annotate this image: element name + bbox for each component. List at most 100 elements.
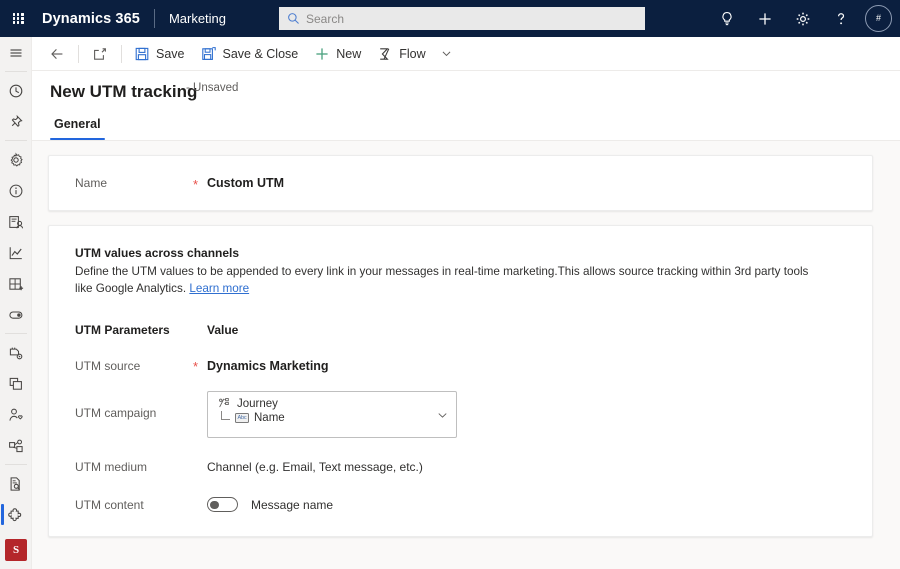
avatar-initials: #: [875, 13, 881, 23]
utm-content-toggle-label: Message name: [251, 497, 334, 512]
puzzle-piece-icon: [8, 507, 22, 521]
page-title: New UTM tracking: [50, 82, 198, 101]
tree-elbow-connector: [221, 411, 230, 421]
utm-campaign-row: UTM campaign Journey Abc Name: [75, 391, 846, 439]
utm-medium-label: UTM medium: [75, 460, 148, 475]
rail-divider: [4, 71, 27, 72]
app-shortcut-badge[interactable]: S: [5, 539, 27, 561]
save-and-close-button[interactable]: Save & Close: [193, 37, 307, 71]
sidebar-item-subscribers[interactable]: [0, 561, 32, 569]
command-divider: [78, 44, 79, 63]
copy-pages-icon: [9, 377, 22, 390]
utm-content-required-indicator: [193, 504, 207, 506]
utm-campaign-combobox[interactable]: Journey Abc Name: [207, 391, 457, 439]
waffle-grid-icon: [12, 13, 24, 24]
clipboard-gear-icon: [9, 347, 23, 359]
column-header-value: Value: [207, 323, 239, 338]
add-new-icon-button[interactable]: [747, 0, 783, 37]
rail-divider: [4, 464, 27, 465]
settings-icon-button[interactable]: [785, 0, 821, 37]
learn-more-link[interactable]: Learn more: [189, 282, 249, 295]
utm-campaign-label: UTM campaign: [75, 406, 157, 421]
plus-icon: [316, 47, 328, 60]
grid-plus-icon: [9, 277, 24, 290]
save-button[interactable]: Save: [126, 37, 193, 71]
combo-primary-line: Journey: [218, 397, 432, 410]
utm-content-toggle[interactable]: [207, 497, 238, 513]
record-status: - Unsaved: [186, 82, 239, 94]
save-close-icon: [201, 46, 216, 60]
sidebar-item-analytics[interactable]: [0, 237, 32, 268]
new-label: New: [336, 46, 362, 61]
waffle-menu-button[interactable]: [0, 0, 36, 37]
gear-icon: [796, 12, 810, 25]
pin-icon: [11, 114, 23, 127]
table-header-row: UTM Parameters Value: [75, 323, 846, 337]
analytics-chart-icon: [9, 246, 22, 259]
sidebar-item-recent[interactable]: [0, 75, 32, 106]
search-icon: [288, 13, 299, 24]
flow-button[interactable]: Flow: [369, 37, 460, 71]
name-field-label: Name: [75, 176, 108, 190]
command-divider: [121, 44, 122, 63]
clock-recent-icon: [9, 84, 23, 97]
open-in-new-window-button[interactable]: [83, 37, 117, 71]
new-button[interactable]: New: [306, 37, 369, 71]
lightbulb-icon-button[interactable]: [709, 0, 745, 37]
utm-values-card: UTM values across channels Define the UT…: [48, 225, 873, 538]
info-circle-icon: [9, 184, 23, 197]
save-and-close-label: Save & Close: [222, 46, 299, 61]
sidebar-item-contacts[interactable]: [0, 206, 32, 237]
utm-medium-value: Channel (e.g. Email, Text message, etc.): [207, 460, 423, 475]
combo-secondary-line: Abc Name: [218, 411, 432, 424]
sidebar-item-overview[interactable]: [0, 175, 32, 206]
header-spacer: [193, 329, 207, 331]
global-search-box[interactable]: [279, 7, 645, 30]
sidebar-item-journeys[interactable]: [0, 430, 32, 461]
abc-text-icon: Abc: [235, 412, 249, 423]
rail-divider: [4, 333, 27, 334]
toggle-knob: [210, 500, 219, 510]
sidebar-item-site-map[interactable]: [0, 37, 32, 68]
user-avatar[interactable]: #: [865, 5, 892, 32]
tab-general[interactable]: General: [50, 117, 105, 140]
utm-source-row: UTM source * Dynamics Marketing: [75, 358, 846, 374]
app-window: Dynamics 365 Marketing Search # S Save S…: [0, 0, 900, 569]
app-name-label[interactable]: Marketing: [169, 11, 226, 26]
save-floppy-icon: [135, 47, 149, 60]
name-field-value[interactable]: Custom UTM: [207, 176, 284, 190]
brand-title[interactable]: Dynamics 365: [42, 11, 140, 27]
utm-source-value[interactable]: Dynamics Marketing: [207, 359, 329, 373]
sidebar-item-pinned[interactable]: [0, 106, 32, 137]
lightbulb-icon: [722, 11, 732, 25]
section-description-text: Define the UTM values to be appended to …: [75, 265, 809, 295]
combo-secondary-label: Name: [254, 411, 285, 424]
sidebar-item-segments[interactable]: [0, 268, 32, 299]
question-icon: [837, 12, 845, 24]
command-bar: Save Save & Close New Flow: [32, 37, 900, 71]
help-icon-button[interactable]: [823, 0, 859, 37]
column-header-parameter: UTM Parameters: [75, 323, 170, 338]
top-right-actions: #: [709, 0, 892, 37]
utm-medium-required-indicator: [193, 466, 207, 468]
chevron-down-icon[interactable]: [436, 408, 449, 421]
sidebar-item-leads[interactable]: [0, 399, 32, 430]
sidebar-item-templates[interactable]: [0, 368, 32, 399]
sidebar-item-forms[interactable]: [0, 468, 32, 499]
back-button[interactable]: [40, 37, 74, 71]
flow-label: Flow: [399, 46, 426, 61]
sidebar-item-assets[interactable]: [0, 337, 32, 368]
popout-icon: [94, 47, 106, 60]
name-required-indicator: *: [193, 176, 199, 192]
sidebar-item-triggers[interactable]: [0, 299, 32, 330]
app-badge-label: S: [12, 543, 20, 556]
toggle-pill-icon: [9, 310, 23, 319]
search-input[interactable]: [306, 11, 637, 26]
sidebar-item-settings[interactable]: [0, 144, 32, 175]
arrow-left-icon: [51, 48, 63, 59]
top-navigation-bar: Dynamics 365 Marketing Search #: [0, 0, 900, 37]
sidebar-item-extensions[interactable]: [0, 499, 32, 530]
name-card: Name * Custom UTM: [48, 155, 873, 211]
chevron-down-icon: [442, 51, 451, 57]
utm-medium-row: UTM medium Channel (e.g. Email, Text mes…: [75, 460, 846, 474]
